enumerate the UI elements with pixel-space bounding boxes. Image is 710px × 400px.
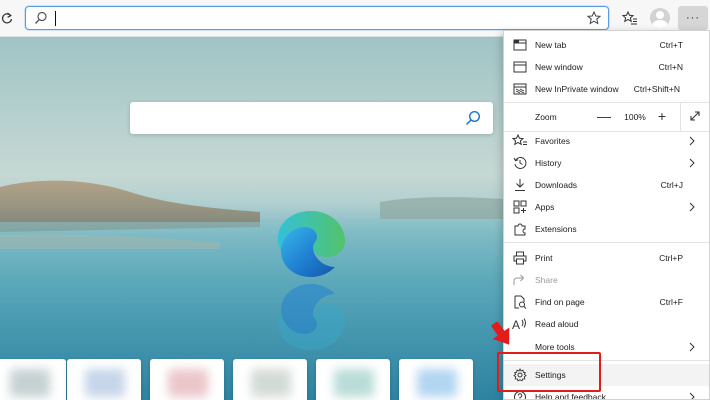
menu-item-label: New window xyxy=(535,62,583,72)
text-caret xyxy=(55,11,56,26)
menu-item-downloads[interactable]: Downloads Ctrl+J xyxy=(504,174,709,196)
menu-item-shortcut: Ctrl+N xyxy=(658,62,683,72)
menu-item-label: More tools xyxy=(535,342,575,352)
zoom-level: 100% xyxy=(624,112,646,122)
address-bar[interactable] xyxy=(25,6,609,30)
new-window-icon xyxy=(512,59,528,75)
quick-link-tile[interactable] xyxy=(399,359,473,400)
favorites-list-icon xyxy=(622,11,637,25)
menu-item-shortcut: Ctrl+T xyxy=(659,40,683,50)
menu-item-history[interactable]: History xyxy=(504,152,709,174)
search-icon xyxy=(34,11,48,28)
new-tab-icon xyxy=(512,37,528,53)
fullscreen-icon xyxy=(690,111,700,121)
zoom-label: Zoom xyxy=(535,112,557,122)
menu-item-print[interactable]: Print Ctrl+P xyxy=(504,247,709,269)
address-input[interactable] xyxy=(58,9,578,27)
download-icon xyxy=(512,177,528,193)
menu-item-label: Favorites xyxy=(535,136,570,146)
menu-item-shortcut: Ctrl+P xyxy=(659,253,683,263)
avatar xyxy=(650,8,670,28)
favorites-button[interactable] xyxy=(617,6,643,30)
menu-item-label: Share xyxy=(535,275,558,285)
menu-item-label: Read aloud xyxy=(535,319,579,329)
quick-link-tile[interactable] xyxy=(0,359,66,400)
menu-item-share[interactable]: Share xyxy=(504,269,709,291)
menu-item-favorites[interactable]: Favorites xyxy=(504,130,709,152)
pointer-arrow-icon xyxy=(490,322,510,345)
settings-highlight-box xyxy=(497,352,601,392)
menu-item-label: New InPrivate window xyxy=(535,84,619,94)
search-icon[interactable] xyxy=(465,110,481,129)
zoom-in-button[interactable]: + xyxy=(650,105,674,127)
menu-item-label: Apps xyxy=(535,202,555,212)
fullscreen-button[interactable] xyxy=(683,105,707,127)
ellipsis-icon: ··· xyxy=(686,12,700,24)
chevron-right-icon xyxy=(687,156,697,170)
zoom-control: Zoom — 100% + xyxy=(504,103,709,131)
settings-and-more-menu: New tab Ctrl+T New window Ctrl+N New InP… xyxy=(503,30,710,400)
menu-item-label: New tab xyxy=(535,40,567,50)
chevron-right-icon xyxy=(687,390,697,399)
favorites-icon xyxy=(512,133,528,149)
refresh-button[interactable] xyxy=(0,9,14,27)
print-icon xyxy=(512,250,528,266)
add-favorite-button[interactable] xyxy=(586,10,602,26)
edge-logo-reflection xyxy=(277,284,345,350)
menu-divider xyxy=(680,103,681,131)
menu-item-label: Help and feedback xyxy=(535,392,606,400)
read-aloud-icon: A xyxy=(512,316,528,332)
history-icon xyxy=(512,155,528,171)
find-icon xyxy=(512,294,528,310)
chevron-right-icon xyxy=(687,340,697,354)
quick-link-tile[interactable] xyxy=(150,359,224,400)
menu-item-new-window[interactable]: New window Ctrl+N xyxy=(504,56,709,78)
settings-and-more-button[interactable]: ··· xyxy=(678,6,708,30)
menu-divider xyxy=(504,242,709,243)
menu-item-new-tab[interactable]: New tab Ctrl+T xyxy=(504,34,709,56)
apps-icon xyxy=(512,199,528,215)
quick-link-tile[interactable] xyxy=(233,359,307,400)
chevron-right-icon xyxy=(687,134,697,148)
inprivate-window-icon xyxy=(512,81,528,97)
menu-item-shortcut: Ctrl+Shift+N xyxy=(633,84,680,94)
profile-button[interactable] xyxy=(647,6,673,30)
menu-item-new-inprivate-window[interactable]: New InPrivate window Ctrl+Shift+N xyxy=(504,78,709,100)
menu-item-shortcut: Ctrl+J xyxy=(660,180,683,190)
extensions-icon xyxy=(512,221,528,237)
star-icon xyxy=(587,11,601,25)
menu-item-label: Print xyxy=(535,253,553,263)
quick-link-tile[interactable] xyxy=(67,359,141,400)
menu-item-extensions[interactable]: Extensions xyxy=(504,218,709,240)
edge-logo xyxy=(277,211,345,277)
menu-item-apps[interactable]: Apps xyxy=(504,196,709,218)
menu-item-label: Extensions xyxy=(535,224,577,234)
chevron-right-icon xyxy=(687,200,697,214)
menu-item-label: Downloads xyxy=(535,180,578,190)
refresh-icon xyxy=(1,12,13,24)
menu-item-read-aloud[interactable]: A Read aloud xyxy=(504,313,709,335)
page-search-box[interactable] xyxy=(130,102,493,134)
menu-item-shortcut: Ctrl+F xyxy=(659,297,683,307)
quick-link-tile[interactable] xyxy=(316,359,390,400)
menu-item-find-on-page[interactable]: Find on page Ctrl+F xyxy=(504,291,709,313)
share-icon xyxy=(512,272,528,288)
menu-item-label: Find on page xyxy=(535,297,585,307)
menu-item-label: History xyxy=(535,158,562,168)
zoom-out-button[interactable]: — xyxy=(592,105,616,127)
